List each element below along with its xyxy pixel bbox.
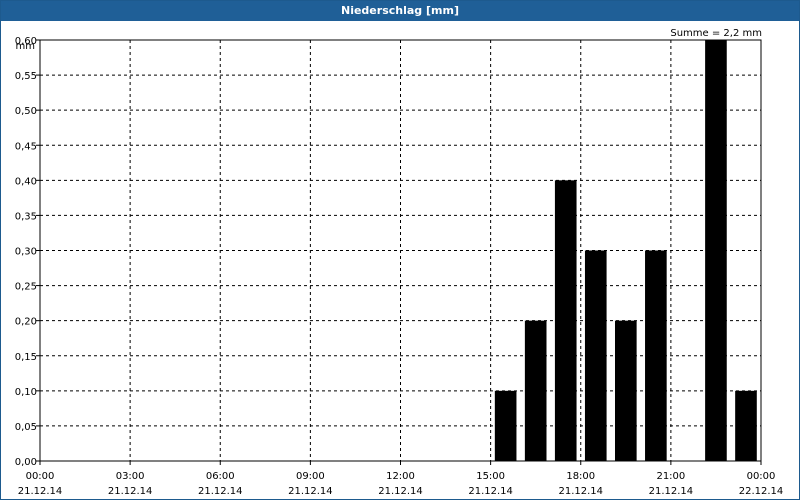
x-tick-date-label: 21.12.14 xyxy=(288,486,333,497)
precip-bar xyxy=(705,40,727,461)
y-tick-label: 0,50 xyxy=(15,106,37,117)
y-tick-label: 0,60 xyxy=(15,36,37,47)
precip-bar xyxy=(735,390,757,461)
x-tick-time-label: 06:00 xyxy=(206,471,235,482)
precip-bar xyxy=(584,250,607,461)
y-tick-label: 0,55 xyxy=(15,71,37,82)
x-tick-date-label: 21.12.14 xyxy=(108,486,153,497)
x-tick-time-label: 15:00 xyxy=(476,471,505,482)
x-tick-date-label: 21.12.14 xyxy=(198,486,243,497)
precip-bar xyxy=(645,250,667,461)
y-tick-label: 0,15 xyxy=(15,352,37,363)
precip-bar xyxy=(494,390,517,461)
precipitation-chart: Summe = 2,2 mm mm 0,000,050,100,150,200,… xyxy=(15,28,784,497)
precip-bar xyxy=(614,320,637,461)
y-tick-label: 0,20 xyxy=(15,317,37,328)
x-tick-date-label: 22.12.14 xyxy=(739,486,784,497)
sum-label: Summe = 2,2 mm xyxy=(670,28,762,39)
x-tick-date-label: 21.12.14 xyxy=(558,486,603,497)
precip-bar xyxy=(554,180,577,462)
y-tick-label: 0,05 xyxy=(15,422,37,433)
x-tick-time-label: 18:00 xyxy=(566,471,595,482)
x-tick-time-label: 09:00 xyxy=(296,471,325,482)
x-tick-time-label: 12:00 xyxy=(386,471,415,482)
y-tick-label: 0,10 xyxy=(15,387,37,398)
y-tick-label: 0,30 xyxy=(15,247,37,258)
y-tick-label: 0,35 xyxy=(15,211,37,222)
x-tick-date-label: 21.12.14 xyxy=(649,486,694,497)
x-tick-time-label: 00:00 xyxy=(26,471,55,482)
x-tick-time-label: 00:00 xyxy=(747,471,776,482)
x-tick-date-label: 21.12.14 xyxy=(18,486,63,497)
y-tick-label: 0,00 xyxy=(15,457,37,468)
x-tick-time-label: 03:00 xyxy=(116,471,145,482)
x-tick-time-label: 21:00 xyxy=(656,471,685,482)
y-axis: 0,00 0,05 0,10 0,15 0,20 0,25 0,30 0,35 0,40 0,45… xyxy=(15,36,40,468)
x-tick-date-label: 21.12.14 xyxy=(378,486,423,497)
y-tick-label: 0,25 xyxy=(15,282,37,293)
x-axis: 00:00 21.12.14 03:00 21.12.14 06:00 21.12.14 0… xyxy=(18,461,784,497)
x-tick-date-label: 21.12.14 xyxy=(468,486,513,497)
precip-bar xyxy=(524,320,547,461)
y-tick-label: 0,40 xyxy=(15,176,37,187)
y-tick-label: 0,45 xyxy=(15,141,37,152)
